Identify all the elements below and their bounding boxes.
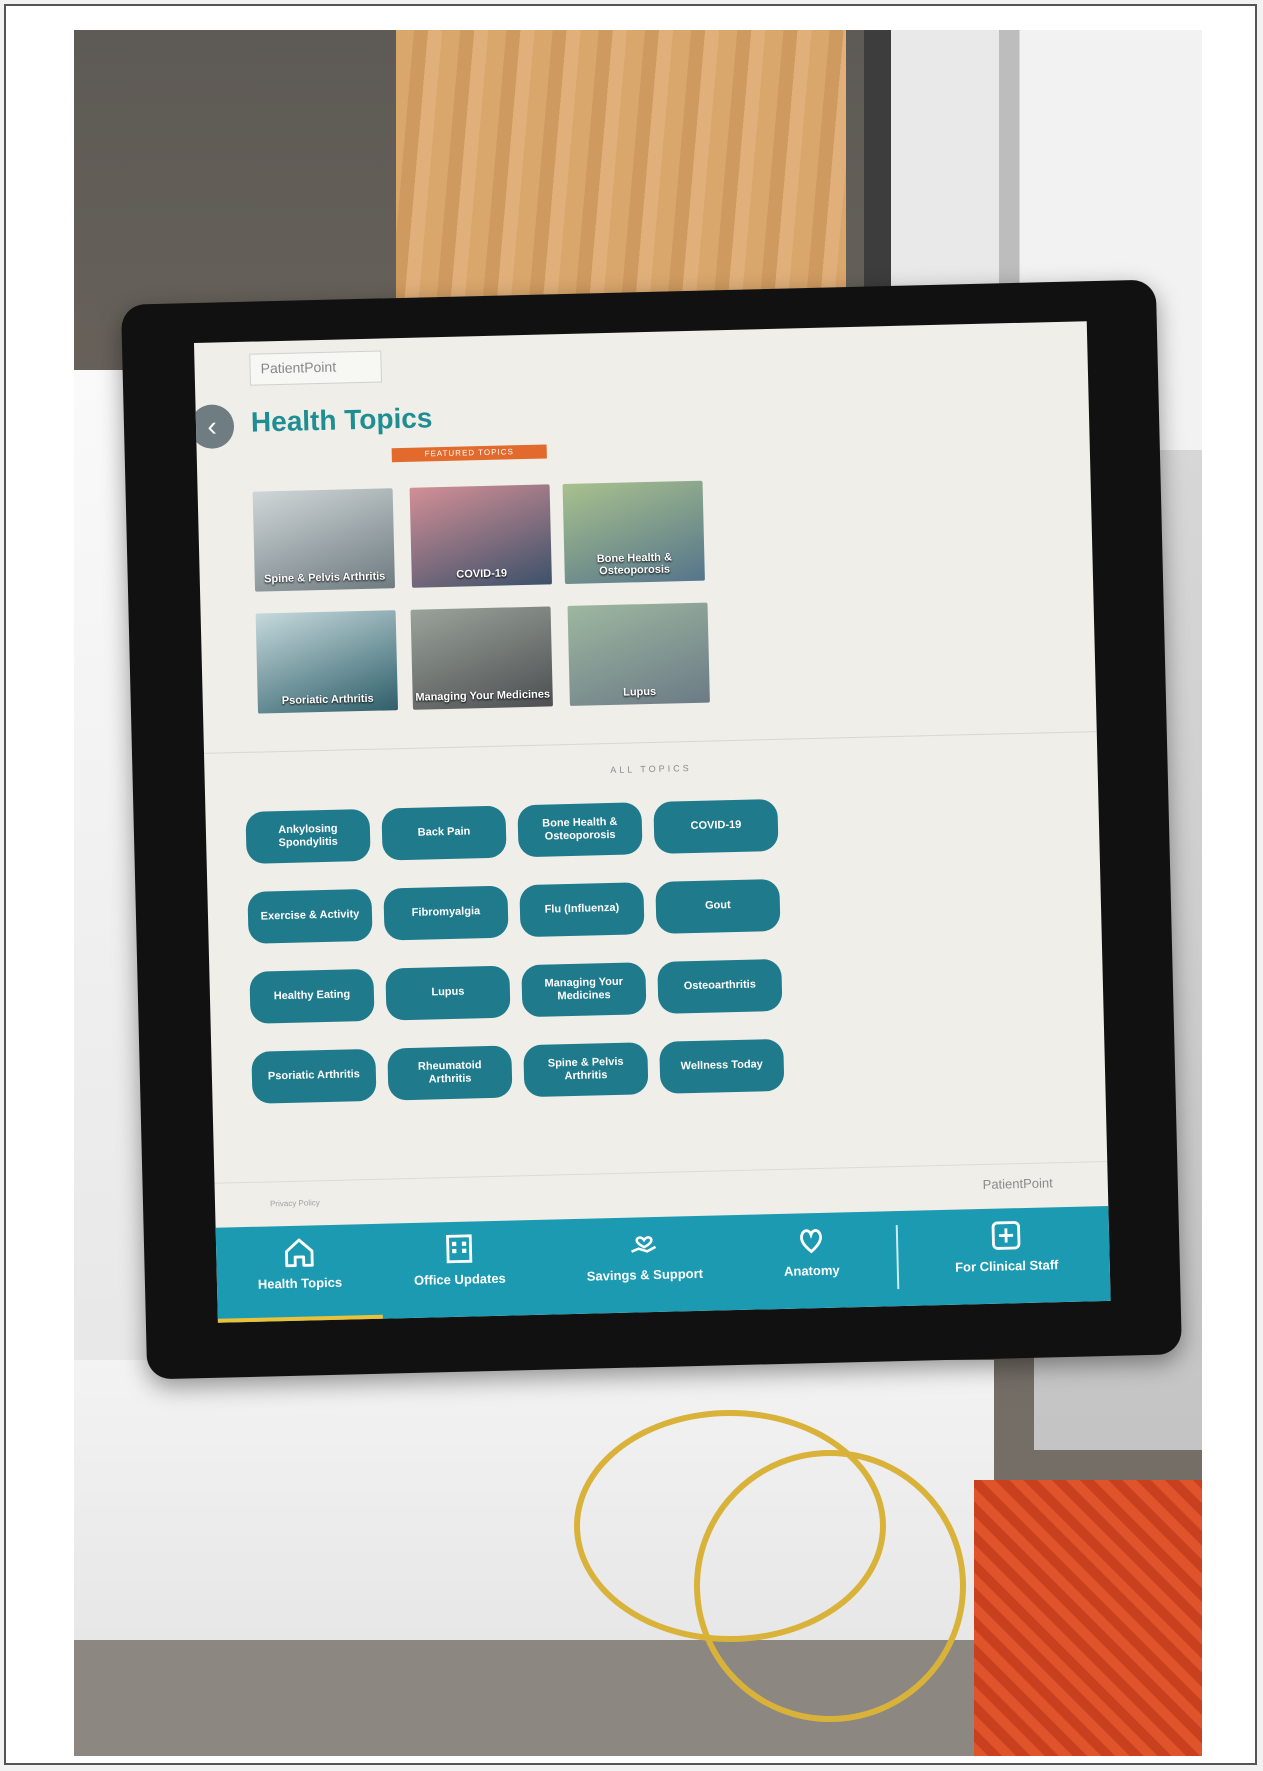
back-button[interactable]: ‹ (193, 404, 235, 450)
featured-card[interactable]: Psoriatic Arthritis (255, 610, 399, 714)
nav-clinical-staff[interactable]: For Clinical Staff (916, 1214, 1098, 1298)
building-icon (446, 1234, 473, 1264)
nav-label: Savings & Support (586, 1265, 704, 1284)
screenshot-frame: PatientPoint ‹ Health Topics FEATURED TO… (4, 4, 1257, 1765)
featured-topics-label: FEATURED TOPICS (391, 444, 547, 463)
patientpoint-logo: PatientPoint (249, 350, 382, 386)
nav-savings-support[interactable]: Savings & Support (554, 1223, 736, 1307)
nav-health-topics[interactable]: Health Topics (224, 1232, 376, 1316)
footer-link[interactable]: Privacy Policy (270, 1198, 320, 1208)
featured-card-label: Spine & Pelvis Arthritis (264, 570, 386, 586)
kiosk-screen: PatientPoint ‹ Health Topics FEATURED TO… (193, 321, 1111, 1323)
chevron-left-icon: ‹ (206, 410, 218, 442)
nav-separator (895, 1225, 900, 1290)
hand-heart-icon (631, 1236, 657, 1253)
topic-button[interactable]: Osteoarthritis (657, 958, 783, 1014)
all-topics-label: ALL TOPICS (610, 763, 692, 775)
topic-button[interactable]: Psoriatic Arthritis (251, 1048, 377, 1104)
topic-button[interactable]: Healthy Eating (249, 968, 375, 1024)
featured-card-label: COVID-19 (456, 567, 508, 581)
topic-button[interactable]: Managing Your Medicines (521, 962, 647, 1018)
active-nav-indicator (217, 1314, 383, 1323)
orange-objects (974, 1480, 1202, 1756)
topic-button[interactable]: Spine & Pelvis Arthritis (523, 1042, 649, 1098)
topic-button[interactable]: Back Pain (381, 805, 507, 861)
featured-card[interactable]: Managing Your Medicines (410, 606, 553, 710)
logo-text: PatientPoint (260, 358, 337, 377)
topic-button[interactable]: Ankylosing Spondylitis (245, 808, 371, 864)
topic-button[interactable]: Lupus (385, 965, 511, 1021)
nav-label: Health Topics (257, 1274, 343, 1292)
nav-label: For Clinical Staff (954, 1257, 1059, 1275)
topic-button[interactable]: Bone Health & Osteoporosis (517, 802, 643, 858)
nav-label: Anatomy (783, 1262, 840, 1279)
nav-anatomy[interactable]: Anatomy (736, 1219, 888, 1303)
featured-cards: Spine & Pelvis Arthritis COVID-19 Bone H… (252, 479, 759, 736)
featured-card[interactable]: Bone Health & Osteoporosis (562, 480, 705, 585)
heart-anatomy-icon (800, 1229, 822, 1254)
top-bar: PatientPoint (194, 321, 1088, 393)
featured-card[interactable]: Spine & Pelvis Arthritis (252, 488, 396, 592)
topic-button[interactable]: Flu (Influenza) (519, 882, 645, 938)
kiosk-photo: PatientPoint ‹ Health Topics FEATURED TO… (74, 30, 1202, 1756)
nav-office-updates[interactable]: Office Updates (384, 1228, 536, 1312)
footer-divider (214, 1160, 1108, 1184)
featured-card[interactable]: COVID-19 (409, 484, 552, 588)
featured-card-label: Lupus (623, 685, 657, 699)
footer-logo: PatientPoint (982, 1175, 1053, 1193)
topic-grid: Ankylosing Spondylitis Back Pain Bone He… (245, 798, 805, 1104)
featured-card-label: Psoriatic Arthritis (281, 692, 374, 707)
featured-card[interactable]: Lupus (567, 602, 710, 706)
topic-button[interactable]: Wellness Today (659, 1038, 785, 1094)
nav-label: Office Updates (413, 1270, 506, 1288)
page-title: Health Topics (250, 402, 433, 438)
topic-button[interactable]: Gout (655, 878, 781, 934)
topic-button[interactable]: Exercise & Activity (247, 888, 373, 944)
featured-card-label: Bone Health & Osteoporosis (596, 551, 673, 578)
topic-button[interactable]: COVID-19 (653, 798, 779, 854)
yellow-cable (694, 1450, 966, 1722)
monitor: PatientPoint ‹ Health Topics FEATURED TO… (121, 279, 1182, 1380)
home-icon (285, 1238, 314, 1268)
topic-button[interactable]: Fibromyalgia (383, 885, 509, 941)
medical-cross-icon (991, 1221, 1021, 1250)
featured-card-label: Managing Your Medicines (415, 688, 551, 704)
topic-button[interactable]: Rheumatoid Arthritis (387, 1045, 513, 1101)
bottom-nav: Health Topics Office Updates Savings & S… (215, 1205, 1111, 1323)
